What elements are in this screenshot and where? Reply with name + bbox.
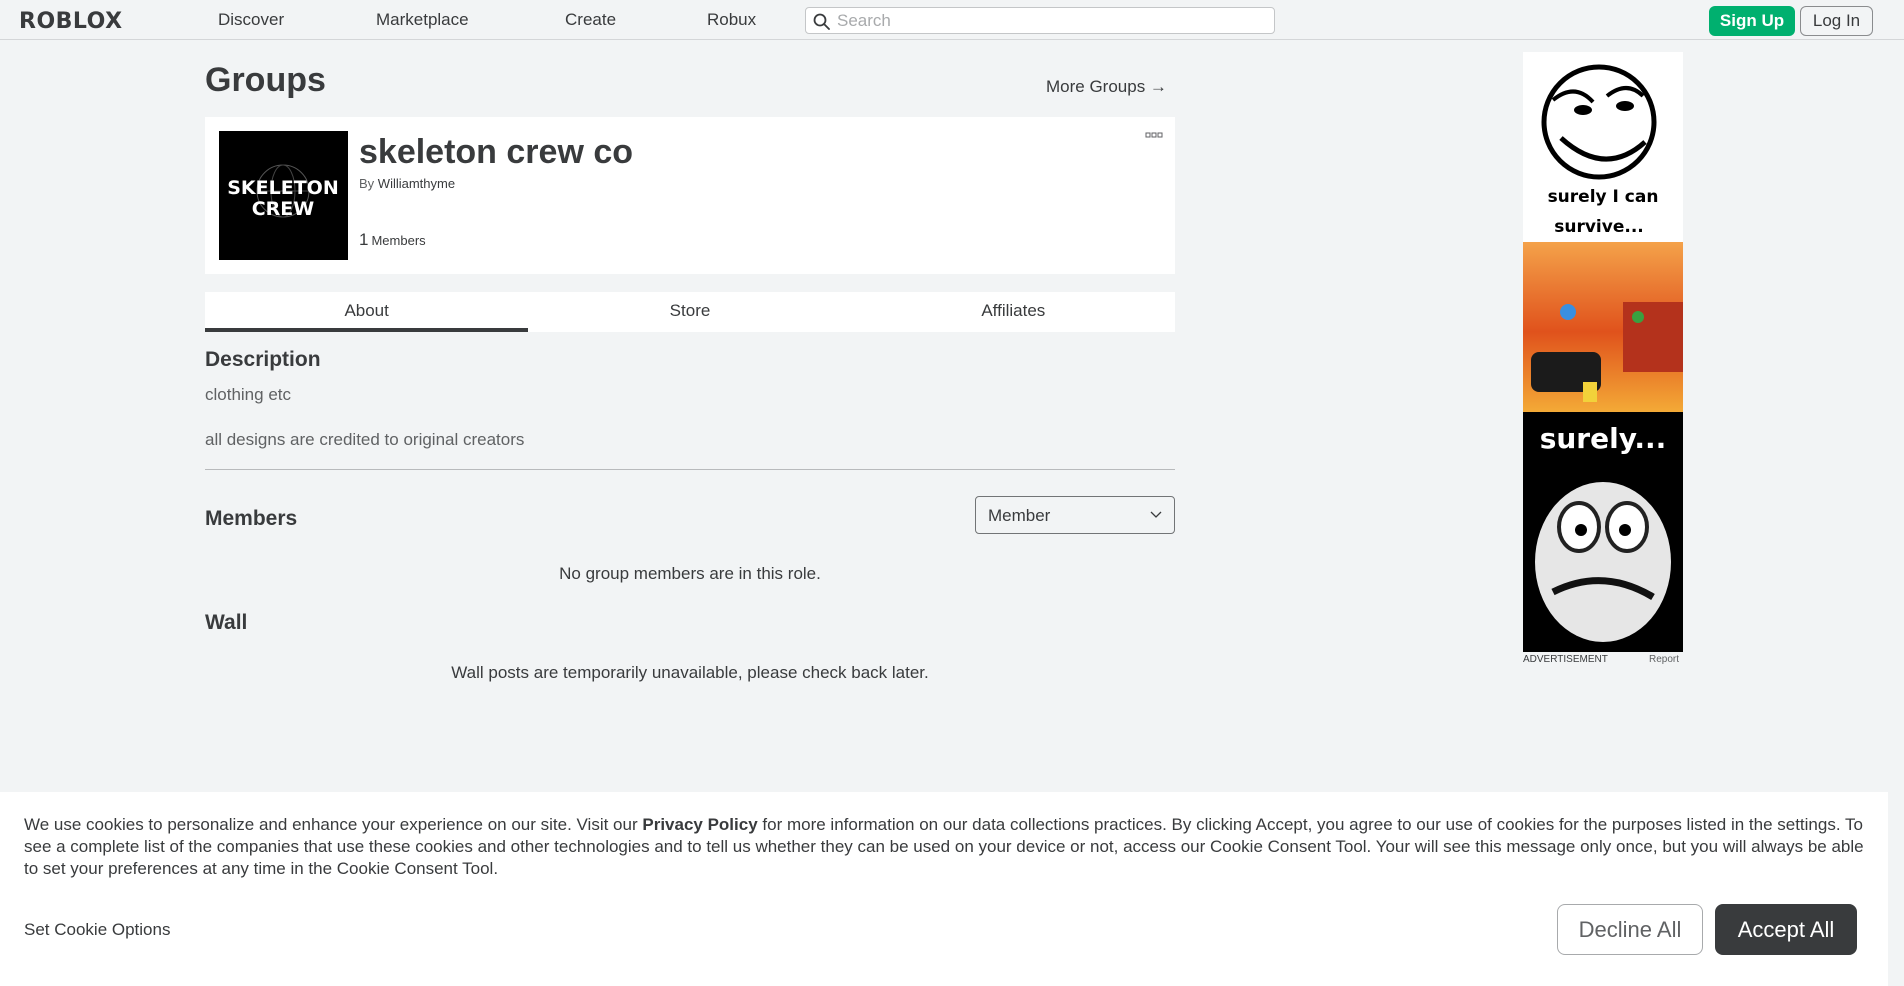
cookie-text-part: We use cookies to personalize and enhanc… (24, 815, 643, 834)
tab-affiliates[interactable]: Affiliates (852, 292, 1175, 332)
nav-marketplace-link[interactable]: Marketplace (376, 10, 469, 30)
advertisement-banner[interactable]: surely I can survive... surely... (1523, 52, 1683, 652)
group-tabs: About Store Affiliates (205, 292, 1175, 332)
accept-all-button[interactable]: Accept All (1715, 904, 1857, 955)
chevron-down-icon (1150, 511, 1162, 518)
advertisement-label: ADVERTISEMENT (1523, 654, 1608, 665)
privacy-policy-link[interactable]: Privacy Policy (642, 815, 757, 834)
section-divider (205, 469, 1175, 470)
cookie-consent-text: We use cookies to personalize and enhanc… (24, 814, 1874, 880)
wall-heading: Wall (205, 611, 248, 634)
owner-link[interactable]: Williamthyme (378, 176, 455, 191)
search-icon (813, 13, 830, 30)
ad-report-link[interactable]: Report (1649, 654, 1679, 665)
description-line: clothing etc (205, 385, 291, 404)
member-count-label: Members (371, 233, 426, 248)
tab-store[interactable]: Store (528, 292, 851, 332)
nav-discover-link[interactable]: Discover (218, 10, 284, 30)
svg-text:survive...: survive... (1554, 217, 1644, 237)
member-count: 1 Members (359, 230, 426, 250)
roblox-logo[interactable]: ROBLOX (19, 8, 139, 32)
role-dropdown-value: Member (988, 506, 1051, 525)
wall-unavailable-message: Wall posts are temporarily unavailable, … (451, 663, 929, 682)
search-box[interactable] (805, 7, 1275, 34)
svg-text:SKELETON: SKELETON (227, 177, 339, 199)
svg-text:surely...: surely... (1540, 422, 1667, 455)
group-emblem-image: SKELETON CREW (219, 131, 348, 260)
tab-about[interactable]: About (205, 292, 529, 332)
page-title: Groups (205, 61, 326, 99)
members-empty-message: No group members are in this role. (559, 564, 821, 583)
log-in-button[interactable]: Log In (1800, 6, 1873, 36)
owner-prefix: By (359, 176, 375, 191)
group-name: skeleton crew co (359, 133, 634, 171)
cookie-consent-banner: We use cookies to personalize and enhanc… (0, 792, 1888, 986)
svg-text:CREW: CREW (252, 198, 315, 220)
group-owner: By Williamthyme (359, 176, 455, 191)
more-options-icon[interactable] (1145, 131, 1163, 139)
sign-up-button[interactable]: Sign Up (1709, 6, 1795, 36)
skeleton-crew-emblem: SKELETON CREW (227, 164, 339, 220)
set-cookie-options-link[interactable]: Set Cookie Options (24, 920, 170, 940)
search-input[interactable] (837, 10, 1267, 31)
role-dropdown[interactable]: Member (975, 496, 1175, 534)
nav-create-link[interactable]: Create (565, 10, 616, 30)
top-navigation-bar: ROBLOX Discover Marketplace Create Robux… (0, 0, 1904, 40)
description-heading: Description (205, 348, 321, 371)
members-heading: Members (205, 507, 298, 530)
svg-text:ROBLOX: ROBLOX (19, 9, 123, 32)
svg-text:surely I can: surely I can (1548, 187, 1659, 207)
nav-robux-link[interactable]: Robux (707, 10, 756, 30)
group-header-card: SKELETON CREW skeleton crew co By Willia… (205, 117, 1175, 274)
description-line: all designs are credited to original cre… (205, 430, 525, 449)
decline-all-button[interactable]: Decline All (1557, 904, 1703, 955)
member-count-value: 1 (359, 230, 369, 249)
more-groups-link[interactable]: More Groups → (1046, 77, 1167, 97)
